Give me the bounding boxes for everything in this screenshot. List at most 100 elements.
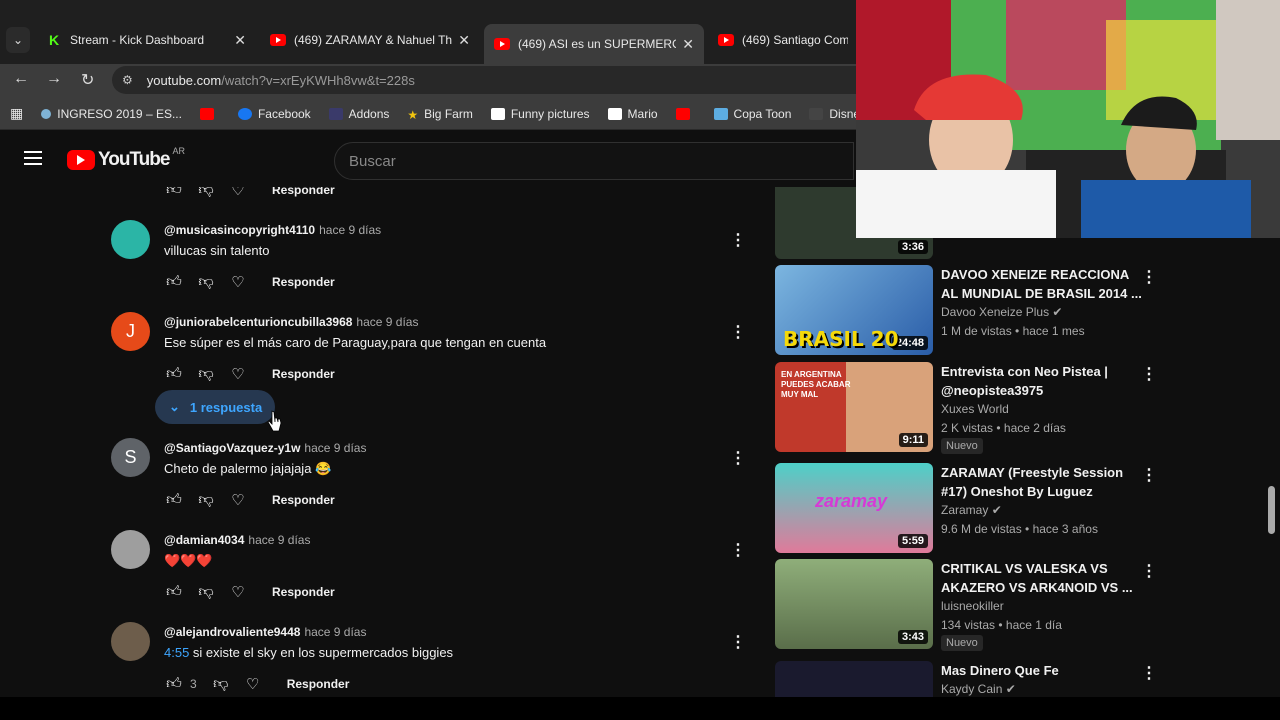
comment-author[interactable]: @musicasincopyright4110 hace 9 días (164, 223, 381, 237)
more-options-icon[interactable]: ⋮ (730, 322, 746, 342)
video-thumbnail[interactable]: zaramay 5:59 (775, 463, 933, 553)
video-title[interactable]: Mas Dinero Que Fe (941, 661, 1141, 680)
comment-time[interactable]: hace 9 días (248, 533, 310, 547)
video-title[interactable]: CRITIKAL VS VALESKA VS AKAZERO VS ARK4NOI… (941, 559, 1141, 597)
like-icon[interactable]: 👍︎ (164, 187, 184, 199)
comments-section: 👍︎ 👎︎ ♡ Responder @musicasincopyright411… (0, 187, 760, 697)
dislike-icon[interactable]: 👎︎ (196, 491, 216, 509)
heart-icon[interactable]: ♡ (228, 365, 248, 383)
related-video[interactable]: zaramay 5:59 ZARAMAY (Freestyle Session #… (775, 463, 1175, 555)
reply-button[interactable]: Responder (272, 275, 335, 289)
more-options-icon[interactable]: ⋮ (1141, 267, 1157, 287)
tab-search-button[interactable]: ⌄ (6, 27, 30, 53)
more-options-icon[interactable]: ⋮ (1141, 465, 1157, 485)
like-icon[interactable]: 👍︎ (164, 675, 184, 693)
channel-name[interactable]: Zaramay ✔ (941, 503, 1002, 517)
comment-time[interactable]: hace 9 días (356, 315, 418, 329)
dislike-icon[interactable]: 👎︎ (196, 583, 216, 601)
channel-name[interactable]: Xuxes World (941, 402, 1009, 416)
avatar[interactable]: J (111, 312, 150, 351)
avatar[interactable] (111, 622, 150, 661)
related-video[interactable]: 3:43 CRITIKAL VS VALESKA VS AKAZERO VS AR… (775, 559, 1175, 651)
video-thumbnail[interactable] (775, 661, 933, 697)
heart-icon[interactable]: ♡ (228, 187, 248, 199)
more-options-icon[interactable]: ⋮ (730, 540, 746, 560)
reply-button[interactable]: Responder (287, 677, 350, 691)
like-icon[interactable]: 👍︎ (164, 273, 184, 291)
bookmark-addons[interactable]: Addons (328, 107, 389, 121)
bookmark-mario[interactable]: Mario (607, 107, 658, 121)
scrollbar[interactable] (1268, 486, 1275, 534)
dislike-icon[interactable]: 👎︎ (196, 273, 216, 291)
reload-icon[interactable]: ↻ (81, 70, 94, 90)
related-video[interactable]: Mas Dinero Que Fe Kaydy Cain ✔ ⋮ (775, 661, 1175, 697)
avatar[interactable] (111, 530, 150, 569)
tab-santiago-comba[interactable]: (469) Santiago Comba - (708, 26, 858, 54)
channel-name[interactable]: luisneokiller (941, 599, 1004, 613)
timestamp-link[interactable]: 4:55 (164, 645, 189, 660)
forward-arrow-icon[interactable]: → (46, 70, 62, 88)
bookmark-ingreso[interactable]: INGRESO 2019 – ES... (41, 107, 182, 121)
heart-icon[interactable]: ♡ (228, 491, 248, 509)
comment-author[interactable]: @damian4034 hace 9 días (164, 533, 310, 547)
reply-button[interactable]: Responder (272, 493, 335, 507)
view-replies-button[interactable]: ⌄ 1 respuesta (155, 390, 275, 424)
more-options-icon[interactable]: ⋮ (730, 632, 746, 652)
video-title[interactable]: DAVOO XENEIZE REACCIONA AL MUNDIAL DE BRA… (941, 265, 1141, 303)
comment-author[interactable]: @alejandrovaliente9448 hace 9 días (164, 625, 366, 639)
address-bar[interactable]: ⚙ youtube.com/watch?v=xrEyKWHh8vw&t=228s (112, 66, 872, 94)
video-title[interactable]: Entrevista con Neo Pistea | @neopistea397… (941, 362, 1141, 400)
menu-icon[interactable] (24, 151, 42, 165)
apps-grid-icon[interactable]: ▦ (10, 105, 23, 122)
comment-time[interactable]: hace 9 días (304, 441, 366, 455)
dislike-icon[interactable]: 👎︎ (211, 675, 231, 693)
back-arrow-icon[interactable]: ← (13, 70, 29, 88)
more-options-icon[interactable]: ⋮ (1141, 663, 1157, 683)
avatar[interactable]: S (111, 438, 150, 477)
more-options-icon[interactable]: ⋮ (730, 448, 746, 468)
comment-time[interactable]: hace 9 días (319, 223, 381, 237)
reply-button[interactable]: Responder (272, 367, 335, 381)
heart-icon[interactable]: ♡ (228, 583, 248, 601)
site-info-icon[interactable]: ⚙ (122, 73, 133, 87)
avatar[interactable] (111, 220, 150, 259)
tab-zaramay[interactable]: (469) ZARAMAY & Nahuel The ✕ (260, 26, 480, 54)
search-input[interactable]: Buscar (334, 142, 854, 180)
like-count: 3 (190, 677, 197, 691)
video-thumbnail[interactable]: 24:48 BRASIL 20 (775, 265, 933, 355)
like-icon[interactable]: 👍︎ (164, 583, 184, 601)
bookmark-youtube-2[interactable] (675, 107, 696, 120)
related-video[interactable]: EN ARGENTINA PUEDES ACABAR MUY MAL 9:11 … (775, 362, 1175, 454)
related-video[interactable]: 24:48 BRASIL 20 DAVOO XENEIZE REACCIONA A… (775, 265, 1175, 357)
bookmark-youtube[interactable] (199, 107, 220, 120)
heart-icon[interactable]: ♡ (243, 675, 263, 693)
dislike-icon[interactable]: 👎︎ (196, 365, 216, 383)
video-thumbnail[interactable]: 3:43 (775, 559, 933, 649)
close-icon[interactable]: ✕ (682, 36, 694, 53)
bookmark-copa-toon[interactable]: Copa Toon (713, 107, 791, 121)
close-icon[interactable]: ✕ (458, 32, 470, 49)
channel-name[interactable]: Davoo Xeneize Plus ✔ (941, 305, 1062, 319)
more-options-icon[interactable]: ⋮ (1141, 364, 1157, 384)
comment-time[interactable]: hace 9 días (304, 625, 366, 639)
channel-name[interactable]: Kaydy Cain ✔ (941, 682, 1016, 696)
comment-author[interactable]: @juniorabelcenturioncubilla3968 hace 9 dí… (164, 315, 418, 329)
heart-icon[interactable]: ♡ (228, 273, 248, 291)
tab-supermercado[interactable]: (469) ASI es un SUPERMERCAD ✕ (484, 24, 704, 64)
more-options-icon[interactable]: ⋮ (1141, 561, 1157, 581)
close-icon[interactable]: ✕ (234, 32, 246, 49)
like-icon[interactable]: 👍︎ (164, 365, 184, 383)
youtube-logo[interactable]: YouTube AR (67, 146, 185, 171)
video-title[interactable]: ZARAMAY (Freestyle Session #17) Oneshot B… (941, 463, 1141, 501)
reply-button[interactable]: Responder (272, 585, 335, 599)
tab-kick-dashboard[interactable]: K Stream - Kick Dashboard ✕ (36, 26, 256, 54)
video-thumbnail[interactable]: EN ARGENTINA PUEDES ACABAR MUY MAL 9:11 (775, 362, 933, 452)
comment-author[interactable]: @SantiagoVazquez-y1w hace 9 días (164, 441, 366, 455)
dislike-icon[interactable]: 👎︎ (196, 187, 216, 199)
bookmark-facebook[interactable]: Facebook (237, 107, 311, 121)
like-icon[interactable]: 👍︎ (164, 491, 184, 509)
more-options-icon[interactable]: ⋮ (730, 230, 746, 250)
bookmark-funny-pictures[interactable]: Funny pictures (490, 107, 590, 121)
bookmark-big-farm[interactable]: ★ Big Farm (407, 107, 472, 122)
reply-button[interactable]: Responder (272, 187, 335, 197)
